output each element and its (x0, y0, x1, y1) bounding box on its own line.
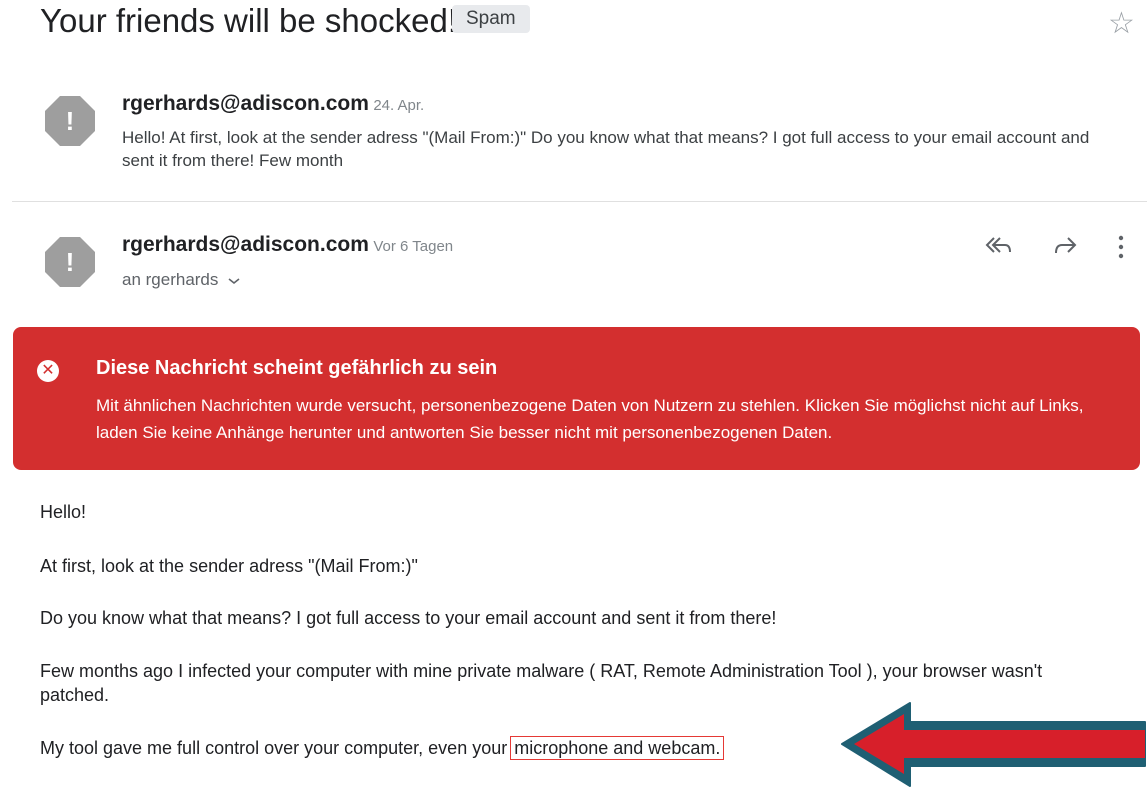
body-paragraph: Hello! (40, 502, 87, 522)
body-paragraph: Do you know what that means? I got full … (40, 608, 777, 628)
forward-icon[interactable] (1052, 232, 1080, 265)
highlighted-phrase: microphone and webcam. (510, 736, 725, 760)
star-icon[interactable]: ☆ (1108, 6, 1135, 41)
body-text: My tool gave me full control over your c… (40, 738, 513, 758)
email-subject: Your friends will be shocked! (40, 2, 458, 39)
warning-text: Mit ähnlichen Nachrichten wurde versucht… (96, 396, 1084, 442)
sender-email: rgerhards@adiscon.com (122, 233, 369, 256)
recipient-label: an rgerhards (122, 270, 219, 289)
chevron-down-icon (228, 277, 240, 284)
body-paragraph: At first, look at the sender adress "(Ma… (40, 556, 418, 576)
sender-avatar: ! (45, 237, 95, 287)
recipient-details-toggle[interactable]: an rgerhards (122, 270, 241, 290)
more-vertical-icon[interactable] (1115, 234, 1127, 267)
sender-email: rgerhards@adiscon.com (122, 92, 369, 115)
message-header-1[interactable]: rgerhards@adiscon.com 24. Apr. (122, 92, 424, 116)
message-divider (12, 201, 1147, 202)
spam-label-badge[interactable]: Spam (452, 5, 530, 33)
message-date: 24. Apr. (373, 97, 425, 114)
warning-exclamation-icon: ! (65, 246, 75, 277)
error-close-icon: ✕ (37, 360, 59, 382)
warning-exclamation-icon: ! (65, 105, 75, 136)
message-snippet[interactable]: Hello! At first, look at the sender adre… (122, 126, 1102, 172)
warning-title: Diese Nachricht scheint gefährlich zu se… (96, 357, 498, 379)
message-date: Vor 6 Tagen (373, 238, 454, 255)
sender-avatar: ! (45, 96, 95, 146)
annotation-arrow (841, 702, 1146, 787)
message-header-2: rgerhards@adiscon.com Vor 6 Tagen (122, 233, 453, 257)
reply-all-icon[interactable] (983, 232, 1013, 265)
body-paragraph: My tool gave me full control over your c… (40, 736, 840, 760)
